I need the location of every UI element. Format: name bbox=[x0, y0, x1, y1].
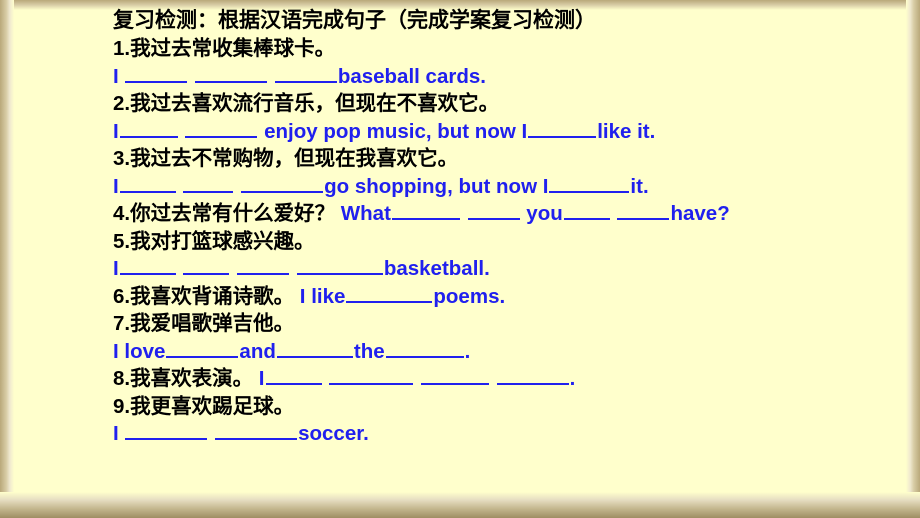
exercise-item: 8.我喜欢表演。 I . bbox=[113, 365, 903, 393]
exercise-english: I . bbox=[253, 365, 576, 390]
english-text: I like bbox=[294, 284, 346, 308]
english-text: you bbox=[520, 202, 563, 225]
answer-blank bbox=[346, 283, 433, 303]
english-text bbox=[611, 202, 617, 225]
exercise-english: I enjoy pop music, but now I like it. bbox=[113, 118, 903, 146]
answer-blank bbox=[385, 338, 464, 358]
english-text: I bbox=[113, 64, 125, 88]
english-text: enjoy pop music, but now I bbox=[258, 119, 528, 143]
english-text bbox=[234, 175, 240, 198]
english-text: have? bbox=[670, 202, 730, 225]
decorative-border-bottom bbox=[0, 492, 920, 518]
exercise-english: I go shopping, but now I it. bbox=[113, 173, 903, 201]
exercise-english: I basketball. bbox=[113, 255, 903, 283]
exercise-english: I baseball cards. bbox=[113, 63, 903, 91]
english-text: baseball cards. bbox=[337, 64, 486, 88]
exercise-list: 1.我过去常收集棒球卡。 I baseball cards. 2.我过去喜欢流行音乐… bbox=[113, 35, 903, 448]
answer-blank bbox=[420, 365, 489, 385]
english-text bbox=[490, 367, 496, 390]
exercise-english: I love and the. bbox=[113, 338, 903, 366]
answer-blank bbox=[195, 63, 268, 83]
exercise-chinese: 3.我过去不常购物，但现在我喜欢它。 bbox=[113, 147, 459, 170]
answer-blank bbox=[166, 338, 239, 358]
english-text: basketball. bbox=[383, 257, 490, 280]
english-text: poems. bbox=[433, 284, 506, 308]
answer-blank bbox=[125, 420, 208, 440]
answer-blank bbox=[183, 255, 230, 275]
english-text bbox=[179, 120, 185, 143]
english-text: I bbox=[253, 367, 265, 390]
decorative-border-left bbox=[0, 0, 14, 518]
decorative-border-right bbox=[906, 0, 920, 518]
exercise-chinese: 6.我喜欢背诵诗歌。 bbox=[113, 284, 295, 308]
exercise-chinese: 2.我过去喜欢流行音乐，但现在不喜欢它。 bbox=[113, 92, 500, 115]
answer-blank bbox=[274, 63, 337, 83]
english-text bbox=[414, 367, 420, 390]
answer-blank bbox=[125, 63, 188, 83]
english-text: and bbox=[239, 339, 276, 363]
english-text: I bbox=[113, 119, 119, 143]
answer-blank bbox=[296, 255, 383, 275]
answer-blank bbox=[119, 255, 176, 275]
exercise-english: What you have? bbox=[335, 202, 730, 225]
page-title: 复习检测：根据汉语完成句子（完成学案复习检测） bbox=[113, 9, 596, 32]
answer-blank bbox=[215, 420, 298, 440]
answer-blank bbox=[185, 118, 258, 138]
answer-blank bbox=[119, 173, 176, 193]
exercise-item: 6.我喜欢背诵诗歌。 I like poems. bbox=[113, 283, 903, 311]
answer-blank bbox=[496, 365, 569, 385]
english-text bbox=[177, 175, 183, 198]
answer-blank bbox=[391, 200, 460, 220]
english-text: I bbox=[113, 174, 119, 198]
english-text: like it. bbox=[597, 119, 656, 143]
english-text: I bbox=[113, 257, 119, 280]
english-text: I bbox=[113, 422, 125, 445]
exercise-english: I soccer. bbox=[113, 420, 903, 448]
answer-blank bbox=[617, 200, 670, 220]
exercise-chinese: 1.我过去常收集棒球卡。 bbox=[113, 37, 336, 60]
answer-blank bbox=[183, 173, 234, 193]
exercise-chinese: 8.我喜欢表演。 bbox=[113, 367, 254, 390]
english-text bbox=[461, 202, 467, 225]
answer-blank bbox=[549, 173, 630, 193]
exercise-item: 4.你过去常有什么爱好？ What you have? bbox=[113, 200, 903, 228]
english-text: the bbox=[353, 339, 385, 363]
answer-blank bbox=[119, 118, 178, 138]
english-text bbox=[268, 65, 274, 88]
english-text bbox=[188, 65, 194, 88]
english-text: soccer. bbox=[298, 422, 369, 445]
english-text: go shopping, but now I bbox=[324, 174, 549, 198]
english-text bbox=[230, 257, 236, 280]
english-text bbox=[208, 422, 214, 445]
slide: 复习检测：根据汉语完成句子（完成学案复习检测） 1.我过去常收集棒球卡。 I ba… bbox=[0, 0, 920, 518]
exercise-chinese: 9.我更喜欢踢足球。 bbox=[113, 394, 295, 418]
answer-blank bbox=[237, 255, 290, 275]
english-text: . bbox=[464, 339, 471, 363]
answer-blank bbox=[528, 118, 597, 138]
answer-blank bbox=[467, 200, 520, 220]
english-text: What bbox=[335, 202, 391, 225]
answer-blank bbox=[276, 338, 353, 358]
english-text: it. bbox=[630, 174, 649, 198]
english-text: . bbox=[569, 367, 576, 390]
slide-content: 复习检测：根据汉语完成句子（完成学案复习检测） 1.我过去常收集棒球卡。 I ba… bbox=[113, 6, 903, 448]
exercise-chinese: 4.你过去常有什么爱好？ bbox=[113, 202, 336, 225]
exercise-chinese: 7.我爱唱歌弹吉他。 bbox=[113, 312, 295, 335]
english-text bbox=[177, 257, 183, 280]
english-text bbox=[290, 257, 296, 280]
exercise-english: I like poems. bbox=[294, 285, 505, 308]
answer-blank bbox=[265, 365, 322, 385]
exercise-chinese: 5.我对打篮球感兴趣。 bbox=[113, 229, 315, 253]
english-text bbox=[323, 367, 329, 390]
answer-blank bbox=[241, 173, 324, 193]
english-text: I love bbox=[113, 339, 166, 363]
answer-blank bbox=[563, 200, 610, 220]
answer-blank bbox=[329, 365, 414, 385]
